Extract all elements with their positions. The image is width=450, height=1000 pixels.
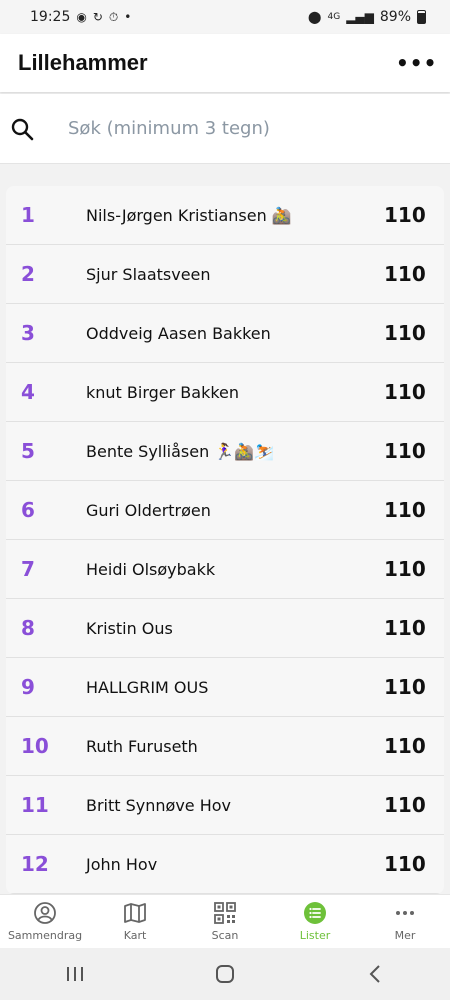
rank-number: 4 (21, 380, 35, 404)
rank-number: 9 (21, 675, 35, 699)
participant-name: Bente Sylliåsen 🏃‍♀️🚵⛷️ (86, 441, 275, 461)
timer-icon: ⏱ (108, 9, 119, 24)
recent-apps-button[interactable] (45, 965, 105, 983)
score-value: 110 (384, 557, 426, 581)
list-item[interactable]: 1 Nils-Jørgen Kristiansen 🚵 110 (6, 186, 444, 245)
sync-icon: ↻ (92, 10, 103, 24)
tab-label: Lister (299, 929, 331, 942)
participant-name: Ruth Furuseth (86, 736, 198, 756)
list-item[interactable]: 12 John Hov 110 (6, 835, 444, 894)
list-item[interactable]: 11 Britt Synnøve Hov 110 (6, 776, 444, 835)
signal-icon: ▂▄▆ (346, 10, 374, 24)
search-icon (11, 118, 34, 140)
score-value: 110 (384, 498, 426, 522)
list-item[interactable]: 9 HALLGRIM OUS 110 (6, 658, 444, 717)
recent-apps-icon (67, 967, 83, 981)
battery-icon (417, 10, 426, 24)
qr-code-icon (214, 902, 236, 924)
search-bar (0, 94, 450, 164)
participant-name: Britt Synnøve Hov (86, 795, 232, 815)
rank-number: 5 (21, 439, 35, 463)
list-item[interactable]: 10 Ruth Furuseth 110 (6, 717, 444, 776)
list-item[interactable]: 2 Sjur Slaatsveen 110 (6, 245, 444, 304)
home-button[interactable] (195, 964, 255, 984)
tab-mer[interactable]: Mer (360, 895, 450, 948)
score-value: 110 (384, 852, 426, 876)
participant-name: Nils-Jørgen Kristiansen 🚵 (86, 205, 292, 225)
score-value: 110 (384, 793, 426, 817)
app-header: Lillehammer ••• (0, 34, 450, 92)
list-icon (304, 902, 326, 924)
status-time: 19:25 (30, 9, 71, 25)
tab-kart[interactable]: Kart (90, 895, 180, 948)
participant-name: Heidi Olsøybakk (86, 559, 216, 579)
participant-name: Oddveig Aasen Bakken (86, 323, 271, 343)
participant-name: Kristin Ous (86, 618, 173, 638)
tab-scan[interactable]: Scan (180, 895, 270, 948)
rank-number: 2 (21, 262, 35, 286)
score-value: 110 (384, 616, 426, 640)
participant-name: Sjur Slaatsveen (86, 264, 211, 284)
rank-number: 11 (21, 793, 49, 817)
back-button[interactable] (345, 964, 405, 984)
score-value: 110 (384, 675, 426, 699)
rank-number: 8 (21, 616, 35, 640)
location-icon: ⬤ (308, 10, 322, 24)
list-item[interactable]: 3 Oddveig Aasen Bakken 110 (6, 304, 444, 363)
score-value: 110 (384, 439, 426, 463)
page-title: Lillehammer (18, 50, 148, 75)
score-value: 110 (384, 380, 426, 404)
participant-name: John Hov (86, 854, 158, 874)
list-item[interactable]: 5 Bente Sylliåsen 🏃‍♀️🚵⛷️ 110 (6, 422, 444, 481)
participant-name: HALLGRIM OUS (86, 677, 209, 697)
more-icon (396, 911, 414, 915)
status-left: 19:25 ◉ ↻ ⏱ • (30, 9, 131, 25)
leaderboard-list: 1 Nils-Jørgen Kristiansen 🚵 110 2 Sjur Slaat… (6, 186, 444, 894)
messenger-icon: ◉ (76, 10, 87, 24)
score-value: 110 (384, 734, 426, 758)
rank-number: 10 (21, 734, 49, 758)
list-item[interactable]: 6 Guri Oldertrøen 110 (6, 481, 444, 540)
score-value: 110 (384, 262, 426, 286)
back-icon (369, 965, 380, 983)
more-menu-button[interactable]: ••• (396, 51, 436, 75)
tab-label: Scan (211, 929, 239, 942)
rank-number: 1 (21, 203, 35, 227)
map-icon (124, 903, 146, 923)
participant-name: knut Birger Bakken (86, 382, 240, 402)
tab-label: Kart (123, 929, 147, 942)
participant-name: Guri Oldertrøen (86, 500, 211, 520)
system-nav-bar (0, 948, 450, 1000)
battery-level: 89% (379, 9, 411, 25)
list-item[interactable]: 7 Heidi Olsøybakk 110 (6, 540, 444, 599)
rank-number: 6 (21, 498, 35, 522)
rank-number: 12 (21, 852, 49, 876)
tab-sammendrag[interactable]: Sammendrag (0, 895, 90, 948)
tab-lister[interactable]: Lister (270, 895, 360, 948)
rank-number: 3 (21, 321, 35, 345)
rank-number: 7 (21, 557, 35, 581)
dot-icon: • (124, 10, 132, 24)
score-value: 110 (384, 321, 426, 345)
status-right: ⬤ 4G ▂▄▆ 89% (308, 9, 426, 25)
search-input[interactable] (68, 118, 408, 139)
network-label: 4G (327, 12, 341, 22)
status-bar: 19:25 ◉ ↻ ⏱ • ⬤ 4G ▂▄▆ 89% (0, 0, 450, 34)
user-circle-icon (34, 902, 56, 924)
tab-label: Sammendrag (7, 929, 83, 942)
home-icon (216, 965, 234, 983)
list-item[interactable]: 4 knut Birger Bakken 110 (6, 363, 444, 422)
list-item[interactable]: 8 Kristin Ous 110 (6, 599, 444, 658)
tab-label: Mer (394, 929, 416, 942)
score-value: 110 (384, 203, 426, 227)
bottom-nav: Sammendrag Kart Scan Lister Mer (0, 894, 450, 948)
